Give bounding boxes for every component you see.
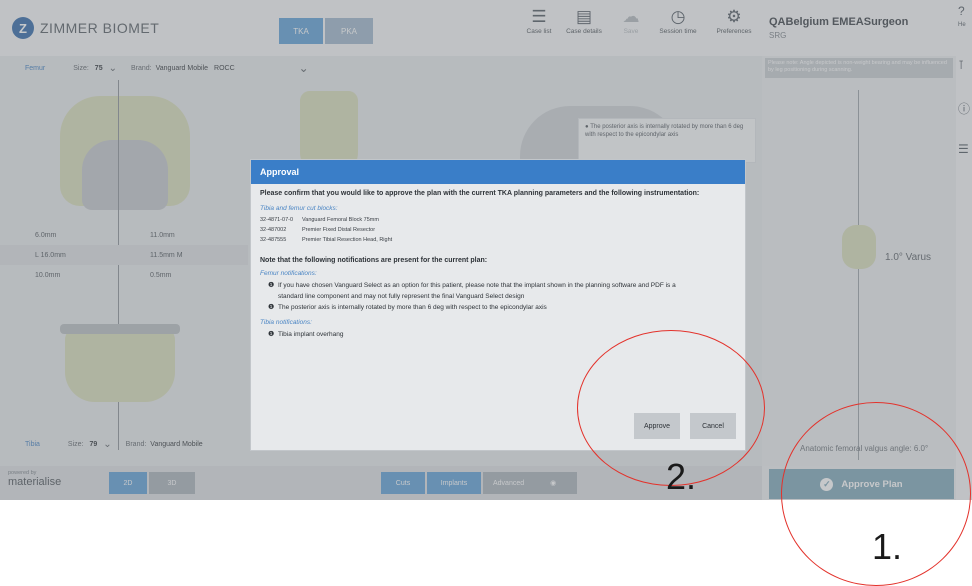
instrument-name: Premier Tibial Resection Head, Right <box>302 237 393 243</box>
notification-text: Tibia implant overhang <box>278 331 344 338</box>
notification-item: ❶ If you have chosen Vanguard Select as a… <box>268 280 692 302</box>
info-icon: ❶ <box>268 331 275 338</box>
cut-blocks-heading: Tibia and femur cut blocks: <box>260 205 338 212</box>
info-icon: ❶ <box>268 282 275 289</box>
instrument-row: 32-487555 Premier Tibial Resection Head, … <box>260 235 738 245</box>
instrument-row: 32-487002 Premier Fixed Distal Resector <box>260 225 738 235</box>
notification-text: If you have chosen Vanguard Select as an… <box>278 282 676 300</box>
notification-item: ❶ The posterior axis is internally rotate… <box>268 302 692 313</box>
instrument-list: 32-4871-07-0 Vanguard Femoral Block 75mm … <box>260 215 738 245</box>
notification-text: The posterior axis is internally rotated… <box>278 304 547 311</box>
dialog-title: Approval <box>251 160 745 184</box>
instrument-code: 32-4871-07-0 <box>260 217 294 223</box>
instrument-code: 32-487555 <box>260 237 287 243</box>
instrument-name: Vanguard Femoral Block 75mm <box>302 217 379 223</box>
dialog-body: Please confirm that you would like to ap… <box>260 190 738 340</box>
step-1-label: 1. <box>872 526 903 567</box>
notifications-intro: Note that the following notifications ar… <box>260 257 488 264</box>
screenshot-stage: Z ZIMMER BIOMET TKA PKA ☰ Case list ▤ Ca… <box>0 0 972 586</box>
instrument-name: Premier Fixed Distal Resector <box>302 227 376 233</box>
info-icon: ❶ <box>268 304 275 311</box>
instrument-code: 32-487002 <box>260 227 287 233</box>
femur-notifications-heading: Femur notifications: <box>260 270 317 277</box>
instrument-row: 32-4871-07-0 Vanguard Femoral Block 75mm <box>260 215 738 225</box>
femur-notifications: ❶ If you have chosen Vanguard Select as a… <box>260 280 738 313</box>
confirm-question: Please confirm that you would like to ap… <box>260 190 700 197</box>
tibia-notifications-heading: Tibia notifications: <box>260 319 312 326</box>
step-2-label: 2. <box>666 456 697 497</box>
